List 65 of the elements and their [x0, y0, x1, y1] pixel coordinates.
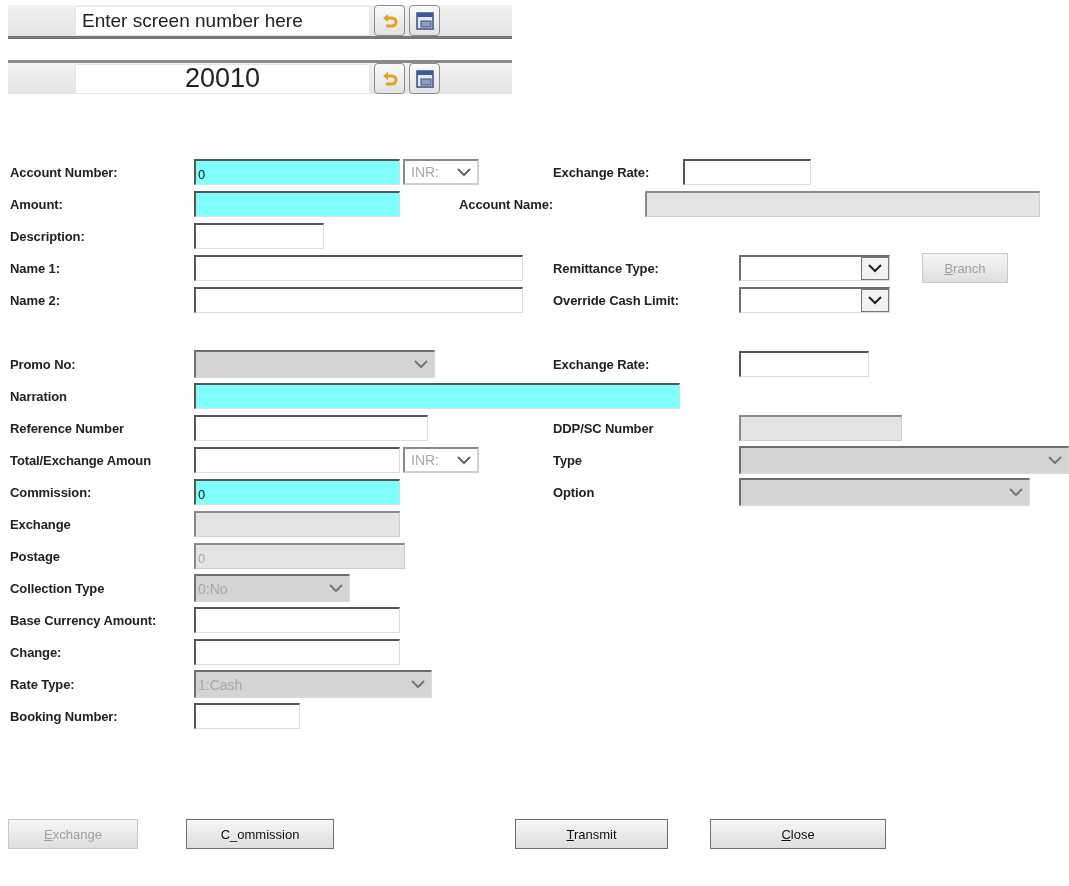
chevron-down-icon: [868, 296, 882, 305]
combo-box[interactable]: [739, 255, 890, 281]
field-label: Narration: [10, 388, 68, 404]
screen-number-field[interactable]: Enter screen number here: [75, 5, 370, 36]
input-field[interactable]: [194, 255, 523, 281]
field-label: Exchange Rate:: [553, 164, 651, 180]
input-field[interactable]: 0: [194, 479, 400, 505]
combo-box[interactable]: [739, 287, 890, 313]
input-field[interactable]: [194, 639, 400, 665]
chevron-down-icon: [414, 360, 428, 369]
input-field[interactable]: [739, 351, 869, 377]
field-label: Override Cash Limit:: [553, 292, 680, 308]
field-label: Type: [553, 452, 583, 468]
input-field[interactable]: [194, 383, 680, 409]
field-label: Description:: [10, 228, 86, 244]
chevron-down-icon: [868, 264, 882, 273]
field-label: Name 1:: [10, 260, 61, 276]
field-label: Rate Type:: [10, 676, 76, 692]
field-label: Amount:: [10, 196, 64, 212]
chevron-down-icon: [329, 584, 343, 593]
action-button[interactable]: C_ommission: [186, 819, 334, 849]
field-label: Account Number:: [10, 164, 119, 180]
chevron-down-icon: [457, 167, 471, 177]
currency-value: INR:: [411, 164, 439, 180]
action-button[interactable]: Close: [710, 819, 886, 849]
field-label: Commission:: [10, 484, 93, 500]
action-button[interactable]: Transmit: [515, 819, 668, 849]
window-button[interactable]: [409, 5, 440, 36]
field-label: Change:: [10, 644, 63, 660]
input-field[interactable]: [194, 703, 300, 729]
field-label: DDP/SC Number: [553, 420, 655, 436]
field-label: Total/Exchange Amoun: [10, 452, 152, 468]
dropdown-arrow-button[interactable]: [861, 257, 889, 280]
dropdown-arrow-button[interactable]: [861, 289, 889, 312]
input-field[interactable]: [194, 287, 523, 313]
field-label: Remittance Type:: [553, 260, 660, 276]
field-label: Postage: [10, 548, 61, 564]
window-icon: [415, 11, 434, 30]
field-label: Exchange Rate:: [553, 356, 651, 372]
chevron-down-icon: [1048, 456, 1062, 465]
screen-number-field[interactable]: 20010: [75, 63, 370, 94]
input-field[interactable]: [194, 447, 400, 473]
input-field[interactable]: [194, 607, 400, 633]
chevron-down-icon: [411, 680, 425, 689]
field-label: Collection Type: [10, 580, 106, 596]
input-field[interactable]: 0: [194, 159, 400, 185]
field-label: Base Currency Amount:: [10, 612, 158, 628]
input-field[interactable]: [194, 223, 324, 249]
field-label: Account Name:: [459, 196, 555, 212]
field-label: Name 2:: [10, 292, 61, 308]
input-field[interactable]: [683, 159, 811, 185]
field-label: Exchange: [10, 516, 72, 532]
undo-button[interactable]: [374, 5, 405, 36]
field-label: Option: [553, 484, 596, 500]
chevron-down-icon: [1009, 488, 1023, 497]
input-field[interactable]: [194, 191, 400, 217]
window-button[interactable]: [409, 63, 440, 94]
currency-value: INR:: [411, 452, 439, 468]
field-label: Booking Number:: [10, 708, 119, 724]
input-field[interactable]: [194, 415, 428, 441]
field-label: Reference Number: [10, 420, 125, 436]
undo-button[interactable]: [374, 63, 405, 94]
window-icon: [415, 69, 434, 88]
field-label: Promo No:: [10, 356, 77, 372]
chevron-down-icon: [457, 455, 471, 465]
